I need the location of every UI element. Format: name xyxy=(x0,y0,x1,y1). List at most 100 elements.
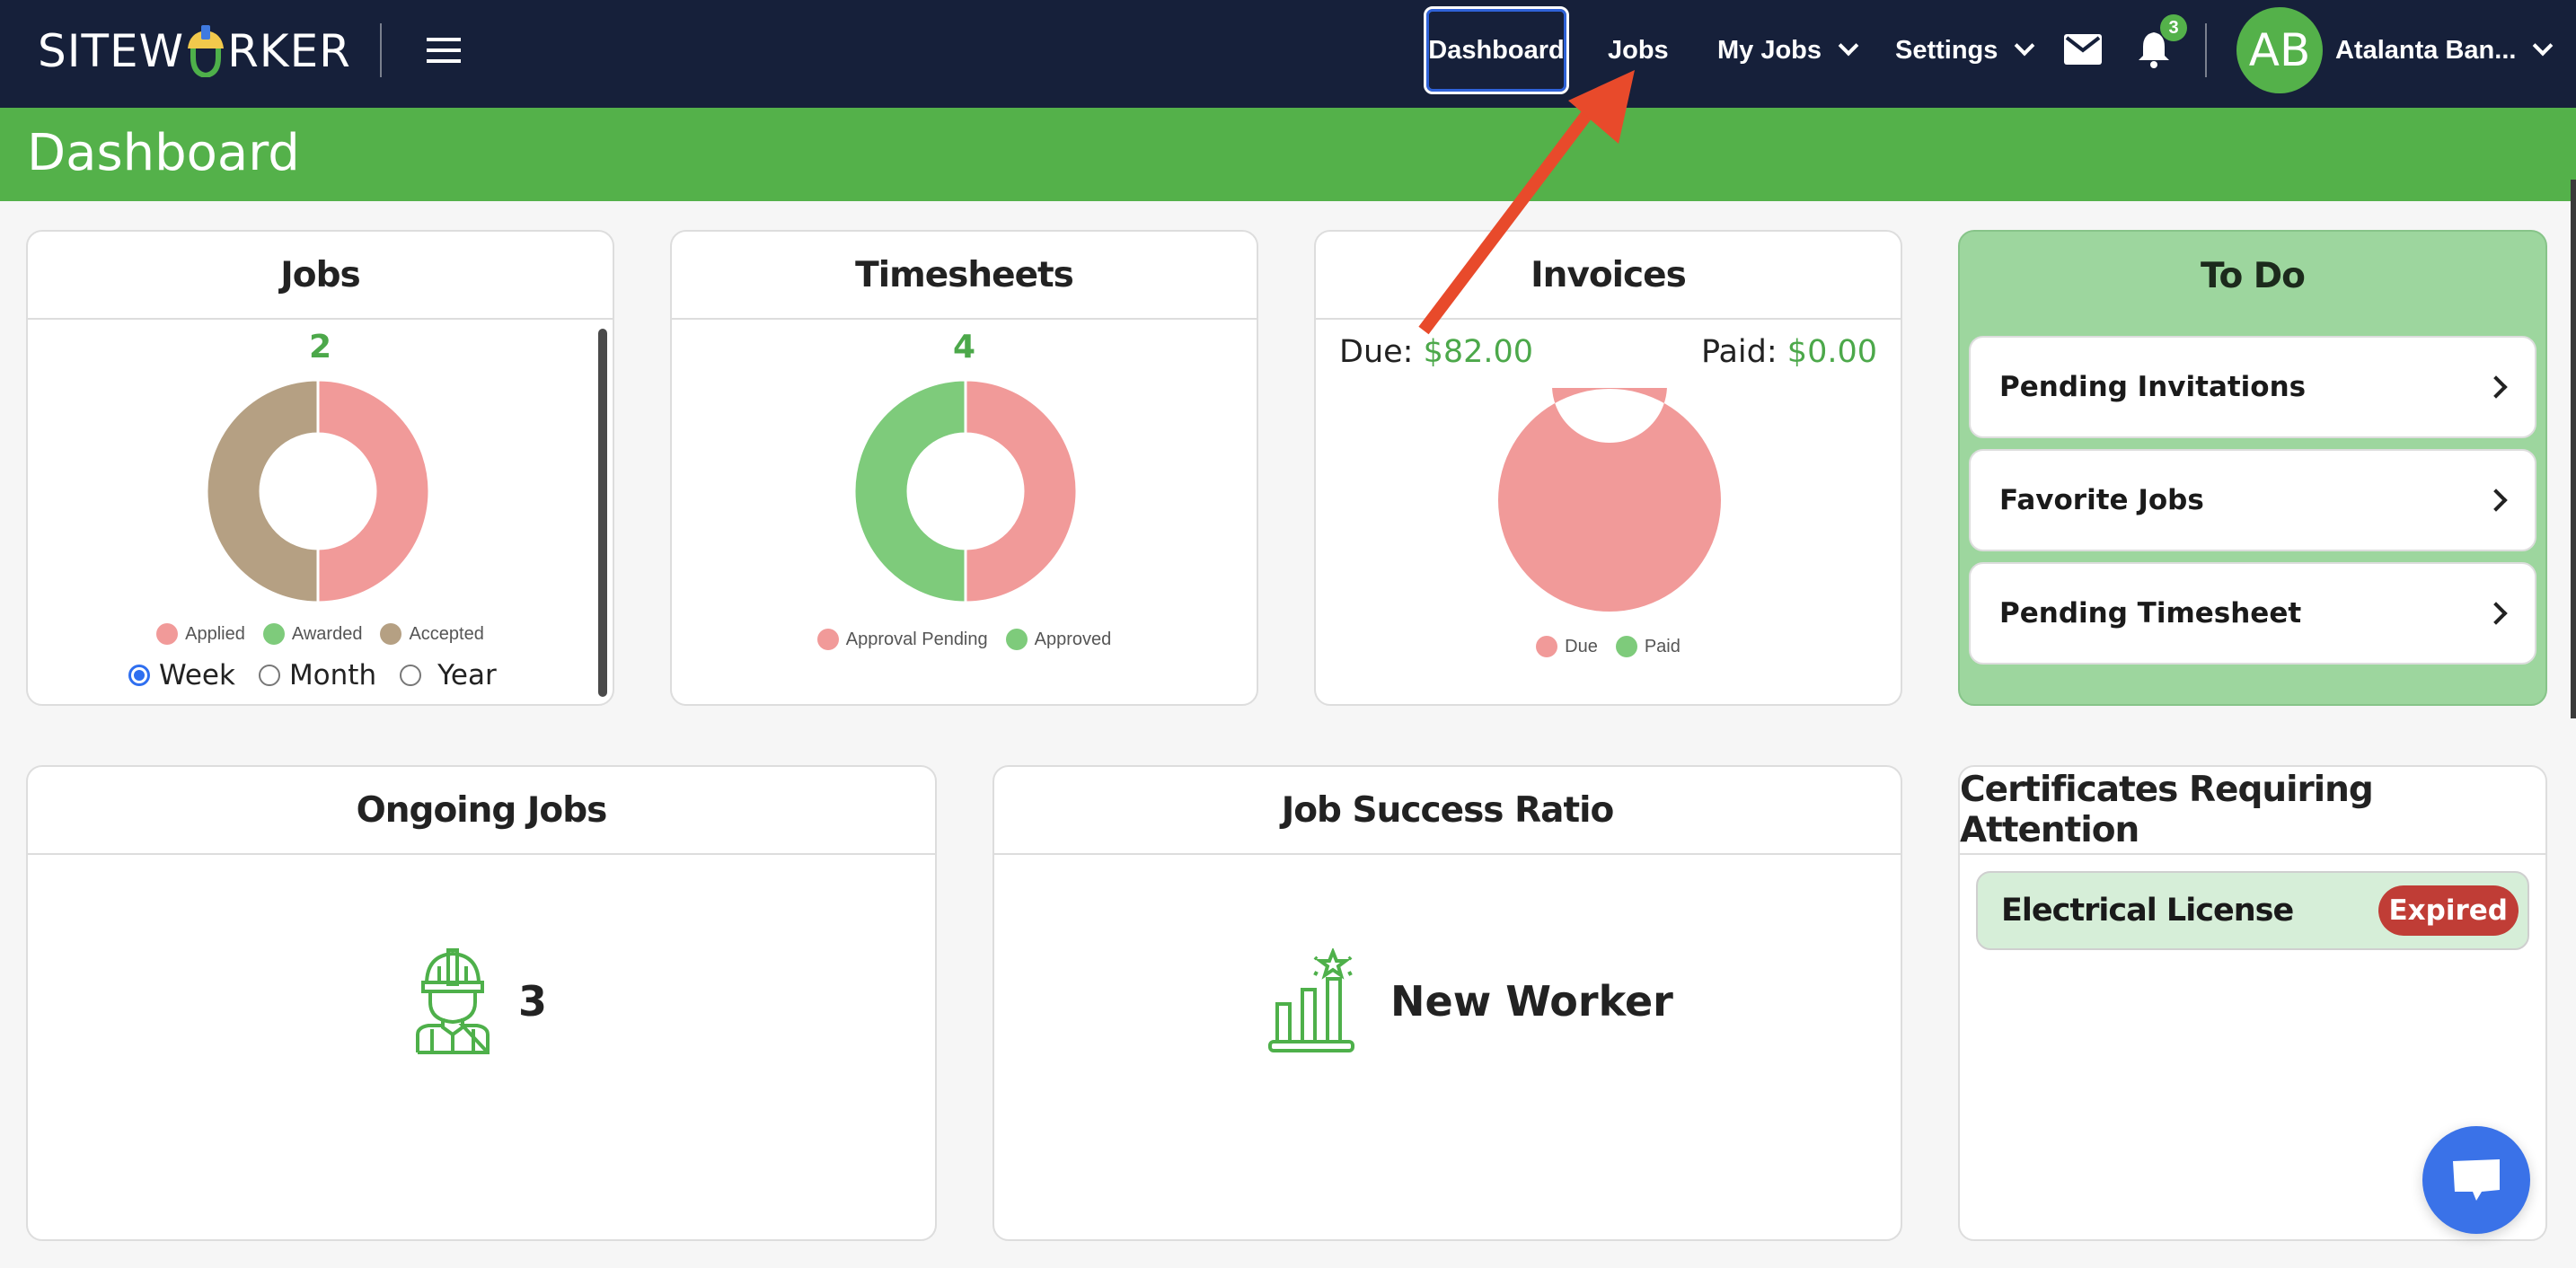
legend-paid[interactable]: Paid xyxy=(1615,636,1681,657)
sitewoker-logo[interactable]: SITEW RKER xyxy=(38,20,351,83)
invoices-card: Invoices Due: $82.00 Paid: $0.00 Due Pai… xyxy=(1314,230,1902,706)
jobs-total: 2 xyxy=(308,329,332,365)
chevron-right-icon xyxy=(2484,489,2508,512)
jobs-card: Jobs 2 Applied Awarded Accepted Week Mon… xyxy=(26,230,614,706)
notification-badge: 3 xyxy=(2160,14,2187,41)
ongoing-jobs-title: Ongoing Jobs xyxy=(28,767,935,855)
period-radio-group: Week Month Year xyxy=(128,659,520,691)
invoice-paid: Paid: $0.00 xyxy=(1701,334,1877,370)
donut-slice-accepted[interactable] xyxy=(206,379,320,603)
legend-dot xyxy=(1536,636,1558,657)
todo-favorite-jobs[interactable]: Favorite Jobs xyxy=(1969,449,2536,551)
legend-label: Applied xyxy=(185,623,245,644)
certificates-title: Certificates Requiring Attention xyxy=(1960,767,2545,855)
chat-button[interactable] xyxy=(2422,1126,2530,1234)
user-name-label: Atalanta Ban... xyxy=(2335,35,2517,65)
nav-dashboard-label: Dashboard xyxy=(1428,35,1565,65)
nav-jobs-label: Jobs xyxy=(1608,35,1669,65)
todo-item-label: Favorite Jobs xyxy=(1999,484,2204,516)
paid-value: $0.00 xyxy=(1786,334,1877,370)
timesheets-legend: Approval Pending Approved xyxy=(672,629,1257,650)
certificate-item[interactable]: Electrical License Expired xyxy=(1976,871,2529,950)
donut-slice-approved[interactable] xyxy=(853,379,967,603)
nav-dashboard[interactable]: Dashboard xyxy=(1424,6,1569,94)
construction-worker-icon xyxy=(416,948,490,1054)
invoices-donut-chart xyxy=(1497,388,1721,612)
donut-slice-applied[interactable] xyxy=(316,379,430,603)
timesheets-card-title: Timesheets xyxy=(672,232,1257,320)
job-success-ratio-title: Job Success Ratio xyxy=(994,767,1901,855)
user-menu[interactable]: Atalanta Ban... xyxy=(2335,0,2554,101)
invoices-card-title: Invoices xyxy=(1316,232,1901,320)
jobs-card-scrollbar[interactable] xyxy=(598,329,607,697)
due-value: $82.00 xyxy=(1423,334,1534,370)
legend-label: Approved xyxy=(1034,629,1112,649)
donut-slice-approval-pending[interactable] xyxy=(964,379,1078,603)
legend-accepted[interactable]: Accepted xyxy=(380,623,484,645)
chevron-right-icon xyxy=(2484,602,2508,625)
todo-pending-timesheet[interactable]: Pending Timesheet xyxy=(1969,562,2536,665)
radio-circle[interactable] xyxy=(400,665,422,686)
timesheets-donut-chart xyxy=(853,379,1078,603)
page-header: Dashboard xyxy=(0,108,2576,201)
success-chart-star-icon xyxy=(1268,948,1354,1052)
legend-dot xyxy=(262,623,285,645)
todo-pending-invitations[interactable]: Pending Invitations xyxy=(1969,336,2536,438)
legend-label: Awarded xyxy=(291,623,363,644)
todo-panel: To Do Pending Invitations Favorite Jobs … xyxy=(1958,230,2547,706)
logo-text-left: SITEW xyxy=(38,25,185,77)
legend-dot xyxy=(156,623,179,645)
radio-label: Month xyxy=(288,659,377,691)
nav-settings-label: Settings xyxy=(1895,35,1998,65)
job-success-value: New Worker xyxy=(1390,977,1673,1026)
chevron-right-icon xyxy=(2484,375,2508,399)
timesheets-card: Timesheets 4 Approval Pending Approved xyxy=(670,230,1258,706)
jobs-donut-chart xyxy=(206,379,430,603)
page-title: Dashboard xyxy=(27,124,300,182)
invoice-due: Due: $82.00 xyxy=(1339,334,1533,370)
paid-label: Paid: xyxy=(1700,334,1778,370)
ongoing-jobs-card: Ongoing Jobs 3 xyxy=(26,765,937,1241)
legend-dot xyxy=(816,629,839,650)
due-label: Due: xyxy=(1339,334,1414,370)
nav-my-jobs-label: My Jobs xyxy=(1717,35,1822,65)
chevron-down-icon xyxy=(1838,35,1859,57)
legend-label: Paid xyxy=(1644,636,1681,656)
chevron-down-icon xyxy=(2015,35,2035,57)
radio-label: Week xyxy=(159,659,235,691)
legend-due[interactable]: Due xyxy=(1536,636,1598,657)
top-navbar: SITEW RKER Dashboard Jobs My Jobs Settin… xyxy=(0,0,2576,108)
legend-approval-pending[interactable]: Approval Pending xyxy=(816,629,988,650)
todo-item-label: Pending Timesheet xyxy=(1999,597,2302,630)
radio-label: Year xyxy=(437,659,497,691)
legend-approved[interactable]: Approved xyxy=(1005,629,1112,650)
radio-week[interactable]: Week xyxy=(128,659,235,691)
ongoing-jobs-count: 3 xyxy=(518,977,548,1026)
jobs-card-title: Jobs xyxy=(28,232,613,320)
menu-toggle-icon[interactable] xyxy=(427,38,461,63)
jobs-legend: Applied Awarded Accepted xyxy=(28,623,613,645)
job-success-ratio-card: Job Success Ratio New Worker xyxy=(992,765,1902,1241)
chevron-down-icon xyxy=(2533,35,2554,57)
legend-dot xyxy=(380,623,402,645)
nav-settings[interactable]: Settings xyxy=(1895,0,2035,101)
invoice-totals: Due: $82.00 Paid: $0.00 xyxy=(1339,334,1877,370)
legend-label: Accepted xyxy=(409,623,484,644)
radio-circle[interactable] xyxy=(128,665,150,686)
mail-icon[interactable] xyxy=(2064,34,2102,69)
legend-label: Due xyxy=(1565,636,1598,656)
nav-jobs[interactable]: Jobs xyxy=(1608,0,1669,101)
radio-month[interactable]: Month xyxy=(258,659,377,691)
chat-bubble-icon xyxy=(2453,1159,2500,1201)
nav-my-jobs[interactable]: My Jobs xyxy=(1717,0,1859,101)
todo-item-label: Pending Invitations xyxy=(1999,371,2307,403)
ongoing-jobs-stat: 3 xyxy=(414,948,547,1054)
avatar[interactable]: AB xyxy=(2236,7,2323,93)
radio-year[interactable]: Year xyxy=(400,659,497,691)
legend-dot xyxy=(1615,636,1637,657)
logo-divider xyxy=(380,23,382,77)
legend-applied[interactable]: Applied xyxy=(156,623,245,645)
legend-awarded[interactable]: Awarded xyxy=(262,623,363,645)
radio-circle[interactable] xyxy=(258,665,280,686)
page-scrollbar[interactable] xyxy=(2571,180,2576,718)
